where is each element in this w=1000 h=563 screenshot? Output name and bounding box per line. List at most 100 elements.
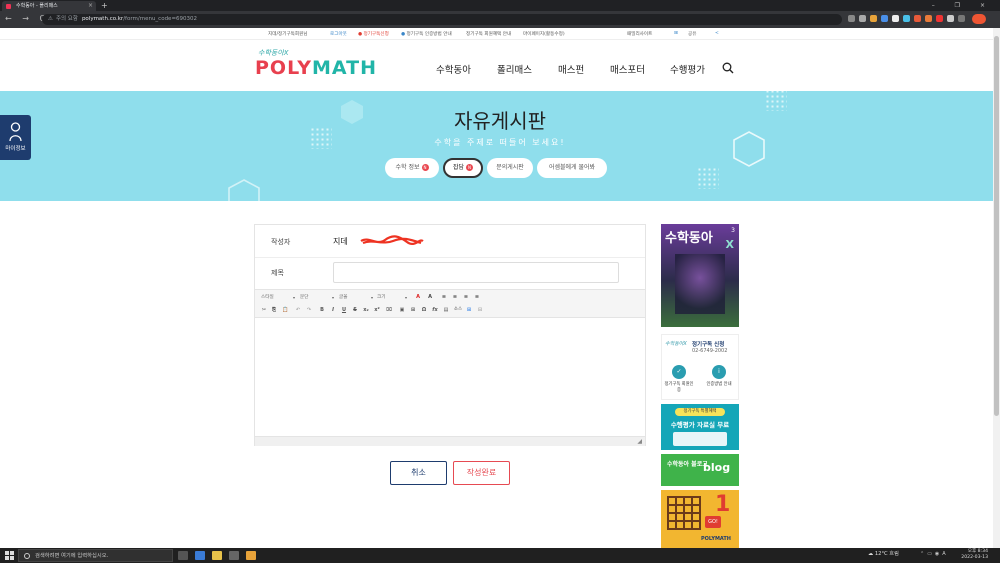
benefit-link[interactable]: 정기구독 회원혜택 안내 bbox=[466, 31, 511, 37]
cancel-button[interactable]: 취소 bbox=[390, 461, 447, 485]
align-left-icon[interactable]: ≡ bbox=[441, 294, 447, 300]
close-tab-icon[interactable]: × bbox=[88, 1, 93, 11]
copy-icon[interactable]: ⎘ bbox=[271, 307, 277, 313]
undo-icon[interactable]: ↶ bbox=[295, 307, 301, 313]
extension-icon[interactable] bbox=[881, 15, 888, 22]
editor-resize-bar[interactable]: ◢ bbox=[255, 436, 645, 446]
subscript-icon[interactable]: x₂ bbox=[363, 307, 369, 313]
tab-ask-assemble[interactable]: 어셈블에게 물어봐 bbox=[537, 158, 607, 178]
extension-icon[interactable] bbox=[903, 15, 910, 22]
taskbar-clock[interactable]: 오후 8:34 2022-03-13 bbox=[952, 549, 988, 561]
font-select[interactable]: 글꼴 ▾ bbox=[339, 293, 373, 302]
window-controls[interactable]: – ❐ × bbox=[932, 0, 994, 11]
bold-icon[interactable]: B bbox=[319, 307, 325, 313]
windows-taskbar: 검색하려면 여기에 입력하십시오. ☁ 12°C 흐림 ⌃▭◉A 오후 8:34… bbox=[0, 548, 1000, 563]
taskbar-search-placeholder: 검색하려면 여기에 입력하십시오. bbox=[35, 553, 109, 559]
share-icon[interactable]: < bbox=[715, 31, 719, 36]
system-tray-icons[interactable]: ⌃▭◉A bbox=[920, 551, 949, 557]
size-select[interactable]: 크기 ▾ bbox=[377, 293, 407, 302]
bg-color-icon[interactable]: A bbox=[427, 294, 433, 300]
italic-icon[interactable]: I bbox=[330, 307, 336, 313]
site-favicon-icon bbox=[6, 4, 11, 9]
extensions-puzzle-icon[interactable] bbox=[947, 15, 954, 22]
subscribe-guide-link[interactable]: ● 정기구독 인증방법 안내 bbox=[401, 31, 452, 37]
special-char-icon[interactable]: Ω bbox=[421, 307, 427, 313]
tab-inquiry[interactable]: 문의게시판 bbox=[487, 158, 533, 178]
chrome-icon[interactable] bbox=[246, 551, 256, 560]
style-select[interactable]: 스타일 ▾ bbox=[261, 293, 295, 302]
align-right-icon[interactable]: ≡ bbox=[463, 294, 469, 300]
formula-icon[interactable]: fx bbox=[432, 307, 438, 313]
search-icon[interactable] bbox=[722, 62, 734, 74]
assessment-resources-ad[interactable]: 정기구독 특별혜택 수행평가 자료실 무료 bbox=[661, 404, 739, 450]
family-site-select[interactable]: 패밀리사이트 bbox=[627, 31, 652, 37]
extension-icon[interactable] bbox=[892, 15, 899, 22]
redo-icon[interactable]: ↷ bbox=[306, 307, 312, 313]
title-input[interactable] bbox=[333, 262, 619, 283]
cut-icon[interactable]: ✂ bbox=[261, 307, 267, 313]
new-tab-button[interactable]: + bbox=[101, 0, 108, 11]
page-scrollbar[interactable] bbox=[993, 28, 1000, 548]
hexagon-decoration-icon bbox=[228, 179, 260, 201]
star-icon[interactable] bbox=[859, 15, 866, 22]
align-center-icon[interactable]: ≡ bbox=[452, 294, 458, 300]
superscript-icon[interactable]: x² bbox=[374, 307, 380, 313]
extension-icon[interactable] bbox=[870, 15, 877, 22]
source-button[interactable]: 소스 bbox=[452, 307, 464, 313]
underline-icon[interactable]: U bbox=[341, 307, 347, 313]
address-bar[interactable]: ⚠ 주의 요함 polymath.co.kr/form/menu_code=6903… bbox=[42, 14, 842, 25]
strikethrough-icon[interactable]: S bbox=[352, 307, 358, 313]
polymath-book-ad[interactable]: 1 GO! POLYMATH bbox=[661, 490, 739, 548]
menu-item-mathfun[interactable]: 매스펀 bbox=[558, 62, 584, 76]
task-view-icon[interactable] bbox=[178, 551, 188, 560]
taskbar-search-input[interactable]: 검색하려면 여기에 입력하십시오. bbox=[18, 549, 173, 562]
paste-icon[interactable]: 📋 bbox=[282, 307, 288, 313]
remove-format-icon[interactable]: ⌧ bbox=[386, 307, 392, 313]
edge-icon[interactable] bbox=[195, 551, 205, 560]
tab-chat[interactable]: 잡담 N bbox=[443, 158, 483, 178]
document-icon[interactable]: ▤ bbox=[443, 307, 449, 313]
scrollbar-thumb[interactable] bbox=[994, 36, 999, 416]
editor-content-area[interactable] bbox=[255, 318, 645, 436]
magazine-cover-ad[interactable]: 수학동아 3 X bbox=[661, 224, 739, 327]
sidebar-icon[interactable] bbox=[958, 15, 965, 22]
menu-item-mathporter[interactable]: 매스포터 bbox=[610, 62, 645, 76]
menu-item-polymath[interactable]: 폴리매스 bbox=[497, 62, 532, 76]
subscription-ad[interactable]: 수학동아X 정기구독 신청 02-6749-2002 ✓ 정기구독 회원인증 i… bbox=[661, 334, 739, 400]
paragraph-select[interactable]: 문단 ▾ bbox=[300, 293, 334, 302]
subscribe-link[interactable]: ● 정기구독신청 bbox=[358, 31, 389, 37]
my-info-tab[interactable]: 마이정보 bbox=[0, 115, 31, 160]
auth-guide-icon[interactable]: i bbox=[712, 365, 726, 379]
zoom-icon[interactable]: ⊞ bbox=[674, 31, 678, 36]
windows-start-icon[interactable] bbox=[5, 551, 14, 560]
mypage-link[interactable]: 마이페이지(활동수정) bbox=[523, 31, 565, 37]
align-justify-icon[interactable]: ≡ bbox=[474, 294, 480, 300]
extension-icon[interactable] bbox=[925, 15, 932, 22]
image-icon[interactable]: ▣ bbox=[399, 307, 405, 313]
polymath-logo[interactable]: POLYMATH bbox=[255, 57, 377, 79]
member-auth-icon[interactable]: ✓ bbox=[672, 365, 686, 379]
maximize-icon[interactable]: ⊞ bbox=[466, 307, 472, 313]
share-icon[interactable] bbox=[848, 15, 855, 22]
extension-icon[interactable] bbox=[914, 15, 921, 22]
blocks-icon[interactable]: ⊟ bbox=[477, 307, 483, 313]
file-explorer-icon[interactable] bbox=[212, 551, 222, 560]
table-icon[interactable]: ⊞ bbox=[410, 307, 416, 313]
store-icon[interactable] bbox=[229, 551, 239, 560]
submit-button[interactable]: 작성완료 bbox=[453, 461, 510, 485]
extension-icon[interactable] bbox=[936, 15, 943, 22]
menu-item-suhakdonga[interactable]: 수학동아 bbox=[436, 62, 471, 76]
title-label: 제목 bbox=[271, 269, 284, 277]
menu-item-assessment[interactable]: 수행평가 bbox=[670, 62, 705, 76]
profile-avatar[interactable] bbox=[972, 14, 986, 24]
blog-ad[interactable]: 수학동아 블로그 blog bbox=[661, 454, 739, 486]
logout-link[interactable]: 로그아웃 bbox=[330, 31, 347, 37]
text-color-icon[interactable]: A bbox=[415, 294, 421, 300]
resize-grip-icon[interactable]: ◢ bbox=[637, 438, 642, 445]
maze-grid bbox=[667, 496, 701, 530]
site-topbar: 지데/정기구독회원님 로그아웃 ● 정기구독신청 ● 정기구독 인증방법 안내 … bbox=[0, 28, 1000, 40]
tab-math-info[interactable]: 수학 정보 N bbox=[385, 158, 439, 178]
share-link[interactable]: 공유 bbox=[688, 31, 696, 37]
weather-widget[interactable]: ☁ 12°C 흐림 bbox=[868, 550, 899, 557]
browser-tab[interactable]: 수학동아 - 폴리매스 × bbox=[2, 1, 96, 11]
